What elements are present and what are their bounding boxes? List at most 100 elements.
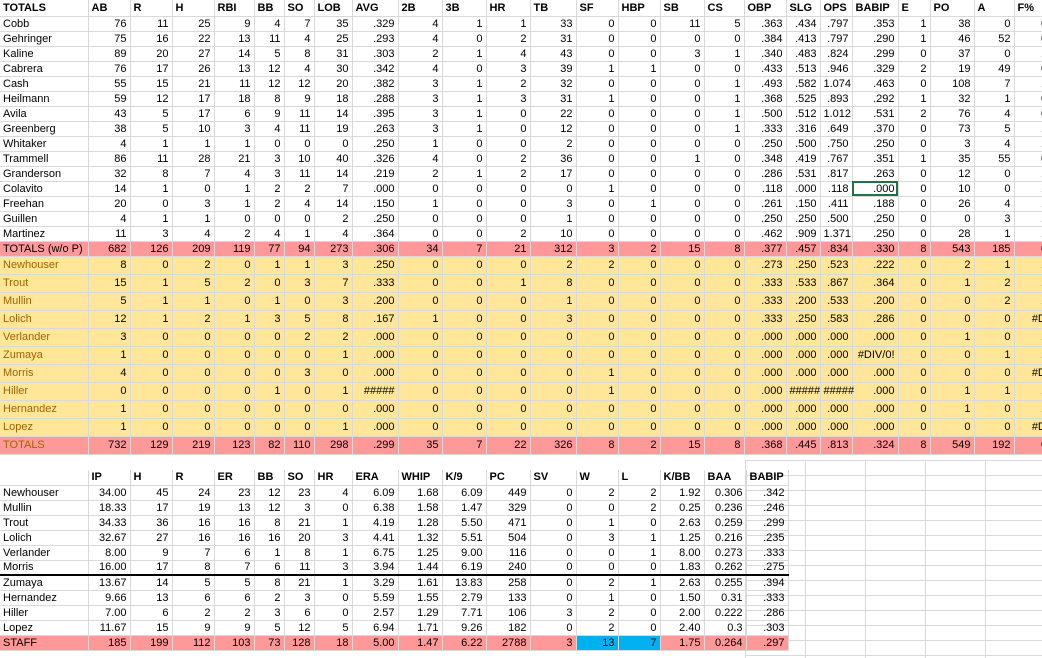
stat-cell[interactable]: 6.22: [442, 635, 487, 651]
stat-cell[interactable]: 1.000: [1014, 196, 1042, 212]
stat-cell[interactable]: 0: [930, 418, 975, 437]
stat-cell[interactable]: 0: [314, 590, 353, 606]
stat-cell[interactable]: 1: [442, 166, 487, 182]
stat-cell[interactable]: 1: [930, 400, 975, 419]
stat-cell[interactable]: 0: [486, 256, 531, 275]
stat-cell[interactable]: 0: [704, 166, 745, 182]
stat-cell[interactable]: 682: [88, 241, 131, 257]
stat-cell[interactable]: 0: [172, 400, 215, 419]
stat-cell[interactable]: 4: [314, 226, 353, 242]
stat-cell[interactable]: 15: [130, 620, 173, 636]
stat-cell[interactable]: 0: [284, 292, 315, 311]
stat-cell[interactable]: 1: [88, 400, 131, 419]
stat-cell[interactable]: 240: [486, 560, 531, 576]
stat-cell[interactable]: 11: [284, 166, 315, 182]
stat-cell[interactable]: 4: [486, 46, 531, 62]
stat-cell[interactable]: .368: [744, 91, 787, 107]
stat-cell[interactable]: 1.47: [442, 500, 487, 516]
stat-cell[interactable]: 18: [314, 635, 353, 651]
stat-cell[interactable]: .150: [352, 196, 399, 212]
stat-cell[interactable]: .000: [352, 400, 399, 419]
header-cell[interactable]: SF: [576, 0, 619, 17]
stat-cell[interactable]: 110: [284, 436, 315, 455]
stat-cell[interactable]: 11: [660, 16, 705, 32]
stat-cell[interactable]: 59: [88, 91, 131, 107]
stat-cell[interactable]: 0: [930, 364, 975, 383]
stat-cell[interactable]: .370: [852, 121, 899, 137]
stat-cell[interactable]: 0: [660, 310, 705, 329]
stat-cell[interactable]: .250: [744, 136, 787, 152]
stat-cell[interactable]: 0: [618, 590, 661, 606]
stat-cell[interactable]: #####: [786, 382, 821, 401]
stat-cell[interactable]: 2.63: [660, 515, 705, 531]
stat-cell[interactable]: 2788: [486, 635, 531, 651]
stat-cell[interactable]: .382: [352, 76, 399, 92]
stat-cell[interactable]: 0: [704, 151, 745, 167]
stat-cell[interactable]: 7: [284, 16, 315, 32]
stat-cell[interactable]: 2.63: [660, 574, 705, 591]
stat-cell[interactable]: 3: [530, 310, 577, 329]
stat-cell[interactable]: 1: [974, 226, 1015, 242]
stat-cell[interactable]: .413: [786, 31, 821, 47]
stat-cell[interactable]: 2: [576, 485, 619, 501]
stat-cell[interactable]: 0: [660, 292, 705, 311]
stat-cell[interactable]: 12: [930, 166, 975, 182]
stat-cell[interactable]: 31: [314, 46, 353, 62]
header-cell[interactable]: HR: [314, 470, 353, 486]
stat-cell[interactable]: .188: [852, 196, 899, 212]
stat-cell[interactable]: 5: [172, 574, 215, 591]
stat-cell[interactable]: 35: [398, 436, 443, 455]
header-cell[interactable]: PC: [486, 470, 531, 486]
stat-cell[interactable]: .457: [786, 241, 821, 257]
stat-cell[interactable]: 0: [660, 181, 705, 197]
stat-cell[interactable]: 0: [486, 181, 531, 197]
stat-cell[interactable]: 0: [576, 400, 619, 419]
stat-cell[interactable]: 0: [618, 274, 661, 293]
name-cell[interactable]: TOTALS: [0, 436, 89, 455]
header-cell[interactable]: SB: [660, 0, 705, 17]
stat-cell[interactable]: 11: [214, 76, 255, 92]
stat-cell[interactable]: 16: [214, 530, 255, 546]
stat-cell[interactable]: 4: [974, 106, 1015, 122]
stat-cell[interactable]: 46: [930, 31, 975, 47]
header-cell[interactable]: SLG: [786, 0, 821, 17]
stat-cell[interactable]: 3: [284, 500, 315, 516]
stat-cell[interactable]: 0: [530, 400, 577, 419]
header-cell[interactable]: K/BB: [660, 470, 705, 486]
stat-cell[interactable]: 21: [284, 574, 315, 591]
stat-cell[interactable]: 0: [974, 364, 1015, 383]
stat-cell[interactable]: 4: [172, 226, 215, 242]
stat-cell[interactable]: .000: [852, 328, 899, 347]
stat-cell[interactable]: 1: [974, 346, 1015, 365]
stat-cell[interactable]: .500: [786, 136, 821, 152]
stat-cell[interactable]: 2: [486, 76, 531, 92]
stat-cell[interactable]: 9: [214, 16, 255, 32]
header-cell[interactable]: OPS: [820, 0, 853, 17]
stat-cell[interactable]: 8: [130, 166, 173, 182]
stat-cell[interactable]: 0: [576, 274, 619, 293]
stat-cell[interactable]: 6: [214, 106, 255, 122]
name-cell[interactable]: Lolich: [0, 310, 89, 329]
stat-cell[interactable]: #DIV/0!: [1014, 418, 1042, 437]
stat-cell[interactable]: 1: [704, 91, 745, 107]
stat-cell[interactable]: 0: [130, 382, 173, 401]
stat-cell[interactable]: 0: [442, 151, 487, 167]
stat-cell[interactable]: 9: [284, 91, 315, 107]
stat-cell[interactable]: .445: [786, 436, 821, 455]
stat-cell[interactable]: 312: [530, 241, 577, 257]
header-cell[interactable]: A: [974, 0, 1015, 17]
stat-cell[interactable]: #DIV/0!: [852, 346, 899, 365]
stat-cell[interactable]: 15: [88, 274, 131, 293]
stat-cell[interactable]: .000: [786, 364, 821, 383]
stat-cell[interactable]: .316: [786, 121, 821, 137]
stat-cell[interactable]: 0: [660, 418, 705, 437]
stat-cell[interactable]: .531: [786, 166, 821, 182]
stat-cell[interactable]: 1.000: [1014, 166, 1042, 182]
stat-cell[interactable]: 0: [660, 364, 705, 383]
stat-cell[interactable]: .250: [852, 211, 899, 227]
stat-cell[interactable]: 0: [974, 181, 1015, 197]
stat-cell[interactable]: .250: [352, 136, 399, 152]
stat-cell[interactable]: 1: [88, 346, 131, 365]
stat-cell[interactable]: 0: [442, 136, 487, 152]
stat-cell[interactable]: 0: [898, 274, 931, 293]
